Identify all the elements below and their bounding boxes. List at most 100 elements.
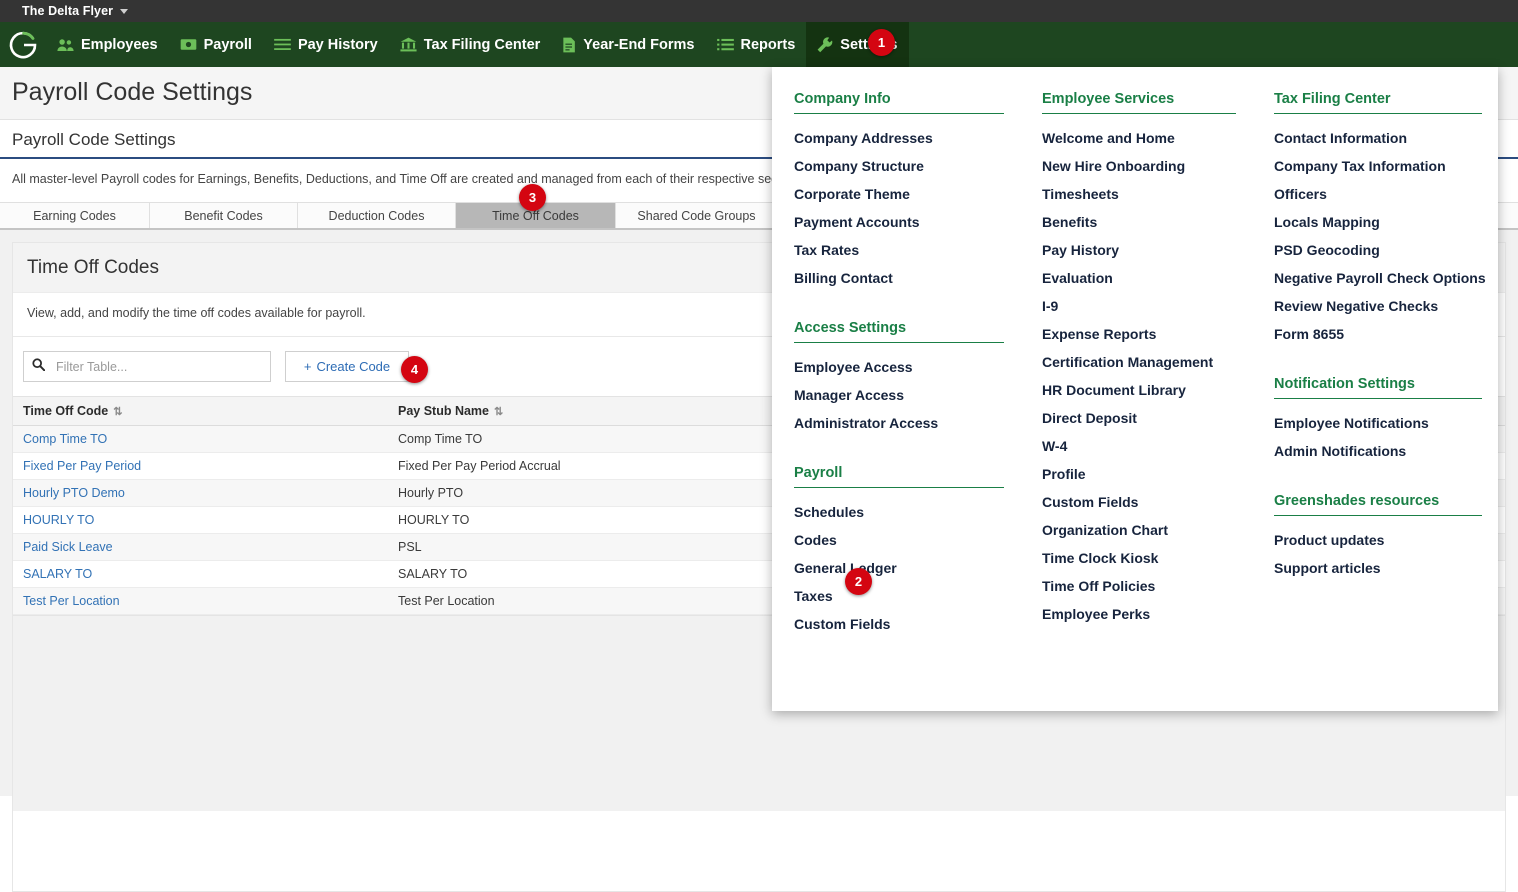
sort-icon[interactable]: ⇅ — [113, 406, 122, 418]
menu-item-schedules[interactable]: Schedules — [794, 498, 1004, 526]
tab-benefit-codes[interactable]: Benefit Codes — [150, 203, 298, 228]
time-off-code-link[interactable]: Comp Time TO — [23, 432, 107, 446]
menu-item-billing-contact[interactable]: Billing Contact — [794, 264, 1004, 292]
menu-item-hr-document-library[interactable]: HR Document Library — [1042, 376, 1236, 404]
pay-stub-name-value: Fixed Per Pay Period Accrual — [398, 459, 561, 473]
nav-item-payroll[interactable]: Payroll — [169, 22, 263, 67]
bank-icon — [400, 37, 417, 52]
group-divider — [794, 113, 1004, 114]
group-divider — [794, 487, 1004, 488]
menu-item-certification-management[interactable]: Certification Management — [1042, 348, 1236, 376]
menu-item-custom-fields-employee[interactable]: Custom Fields — [1042, 488, 1236, 516]
menu-item-i9[interactable]: I-9 — [1042, 292, 1236, 320]
nav-item-label: Tax Filing Center — [423, 36, 541, 53]
column-header-time-off-code[interactable]: Time Off Code ⇅ — [13, 396, 388, 426]
menu-item-corporate-theme[interactable]: Corporate Theme — [794, 180, 1004, 208]
settings-menu-column-2: Employee Services Welcome and Home New H… — [1020, 91, 1252, 711]
menu-item-tax-rates[interactable]: Tax Rates — [794, 236, 1004, 264]
menu-item-time-clock-kiosk[interactable]: Time Clock Kiosk — [1042, 544, 1236, 572]
menu-item-organization-chart[interactable]: Organization Chart — [1042, 516, 1236, 544]
filter-input[interactable] — [54, 358, 262, 375]
time-off-code-link[interactable]: Fixed Per Pay Period — [23, 459, 141, 473]
menu-item-pay-history[interactable]: Pay History — [1042, 236, 1236, 264]
group-divider — [1042, 113, 1236, 114]
menu-item-negative-payroll-check-options[interactable]: Negative Payroll Check Options — [1274, 264, 1486, 292]
money-icon — [180, 38, 197, 51]
menu-item-taxes[interactable]: Taxes — [794, 582, 1004, 610]
group-divider — [794, 342, 1004, 343]
menu-item-company-addresses[interactable]: Company Addresses — [794, 124, 1004, 152]
menu-item-employee-perks[interactable]: Employee Perks — [1042, 600, 1236, 628]
nav-item-year-end-forms[interactable]: Year-End Forms — [551, 22, 705, 67]
column-label: Time Off Code — [23, 404, 109, 418]
time-off-code-link[interactable]: SALARY TO — [23, 567, 92, 581]
group-divider — [1274, 515, 1482, 516]
nav-item-pay-history[interactable]: Pay History — [263, 22, 389, 67]
menu-item-officers[interactable]: Officers — [1274, 180, 1482, 208]
nav-item-employees[interactable]: Employees — [46, 22, 169, 67]
settings-menu-column-3: Tax Filing Center Contact Information Co… — [1252, 91, 1498, 711]
tab-shared-code-groups[interactable]: Shared Code Groups — [616, 203, 778, 228]
menu-item-review-negative-checks[interactable]: Review Negative Checks — [1274, 292, 1482, 320]
time-off-code-link[interactable]: Test Per Location — [23, 594, 120, 608]
create-code-label: Create Code — [316, 359, 391, 374]
step-badge-4: 4 — [401, 356, 428, 383]
menu-item-company-structure[interactable]: Company Structure — [794, 152, 1004, 180]
main-navigation: Employees Payroll Pay History Tax Filing… — [0, 22, 1518, 67]
tab-label: Earning Codes — [33, 208, 116, 223]
menu-item-custom-fields[interactable]: Custom Fields — [794, 610, 1004, 638]
menu-item-benefits[interactable]: Benefits — [1042, 208, 1236, 236]
menu-item-new-hire-onboarding[interactable]: New Hire Onboarding — [1042, 152, 1236, 180]
time-off-code-link[interactable]: HOURLY TO — [23, 513, 94, 527]
group-title: Notification Settings — [1274, 376, 1415, 392]
menu-item-admin-notifications[interactable]: Admin Notifications — [1274, 437, 1482, 465]
menu-item-support-articles[interactable]: Support articles — [1274, 554, 1482, 582]
nav-item-tax-filing-center[interactable]: Tax Filing Center — [389, 22, 552, 67]
menu-item-general-ledger[interactable]: General Ledger — [794, 554, 1004, 582]
settings-menu-column-1: Company Info Company Addresses Company S… — [772, 91, 1020, 711]
pay-stub-name-value: Hourly PTO — [398, 486, 464, 500]
filter-field-wrapper[interactable] — [23, 351, 271, 382]
greenshades-logo[interactable] — [0, 22, 46, 67]
menu-item-contact-information[interactable]: Contact Information — [1274, 124, 1482, 152]
nav-item-reports[interactable]: Reports — [706, 22, 807, 67]
tab-earning-codes[interactable]: Earning Codes — [0, 203, 150, 228]
time-off-code-link[interactable]: Paid Sick Leave — [23, 540, 113, 554]
chevron-down-icon[interactable] — [120, 8, 129, 14]
menu-item-manager-access[interactable]: Manager Access — [794, 381, 1004, 409]
menu-item-psd-geocoding[interactable]: PSD Geocoding — [1274, 236, 1482, 264]
create-code-button[interactable]: + Create Code — [285, 351, 409, 382]
menu-item-administrator-access[interactable]: Administrator Access — [794, 409, 1004, 437]
pay-stub-name-value: Test Per Location — [398, 594, 495, 608]
menu-item-codes[interactable]: Codes — [794, 526, 1004, 554]
menu-item-welcome-and-home[interactable]: Welcome and Home — [1042, 124, 1236, 152]
menu-item-company-tax-information[interactable]: Company Tax Information — [1274, 152, 1482, 180]
group-title: Greenshades resources — [1274, 493, 1440, 509]
menu-item-w4[interactable]: W-4 — [1042, 432, 1236, 460]
time-off-code-link[interactable]: Hourly PTO Demo — [23, 486, 125, 500]
menu-item-payment-accounts[interactable]: Payment Accounts — [794, 208, 1004, 236]
settings-dropdown-menu: Company Info Company Addresses Company S… — [772, 67, 1498, 711]
menu-item-employee-notifications[interactable]: Employee Notifications — [1274, 409, 1482, 437]
menu-item-form-8655[interactable]: Form 8655 — [1274, 320, 1482, 348]
menu-item-evaluation[interactable]: Evaluation — [1042, 264, 1236, 292]
menu-item-locals-mapping[interactable]: Locals Mapping — [1274, 208, 1482, 236]
menu-item-product-updates[interactable]: Product updates — [1274, 526, 1482, 554]
company-name[interactable]: The Delta Flyer — [22, 4, 113, 18]
step-badge-3: 3 — [519, 184, 546, 211]
menu-item-employee-access[interactable]: Employee Access — [794, 353, 1004, 381]
document-icon — [562, 37, 576, 53]
sort-icon[interactable]: ⇅ — [494, 406, 503, 418]
search-icon — [32, 357, 46, 376]
menu-item-direct-deposit[interactable]: Direct Deposit — [1042, 404, 1236, 432]
nav-item-label: Payroll — [203, 36, 252, 53]
menu-item-timesheets[interactable]: Timesheets — [1042, 180, 1236, 208]
tab-deduction-codes[interactable]: Deduction Codes — [298, 203, 456, 228]
step-badge-2: 2 — [845, 568, 872, 595]
menu-item-profile[interactable]: Profile — [1042, 460, 1236, 488]
menu-item-expense-reports[interactable]: Expense Reports — [1042, 320, 1236, 348]
menu-item-time-off-policies[interactable]: Time Off Policies — [1042, 572, 1236, 600]
